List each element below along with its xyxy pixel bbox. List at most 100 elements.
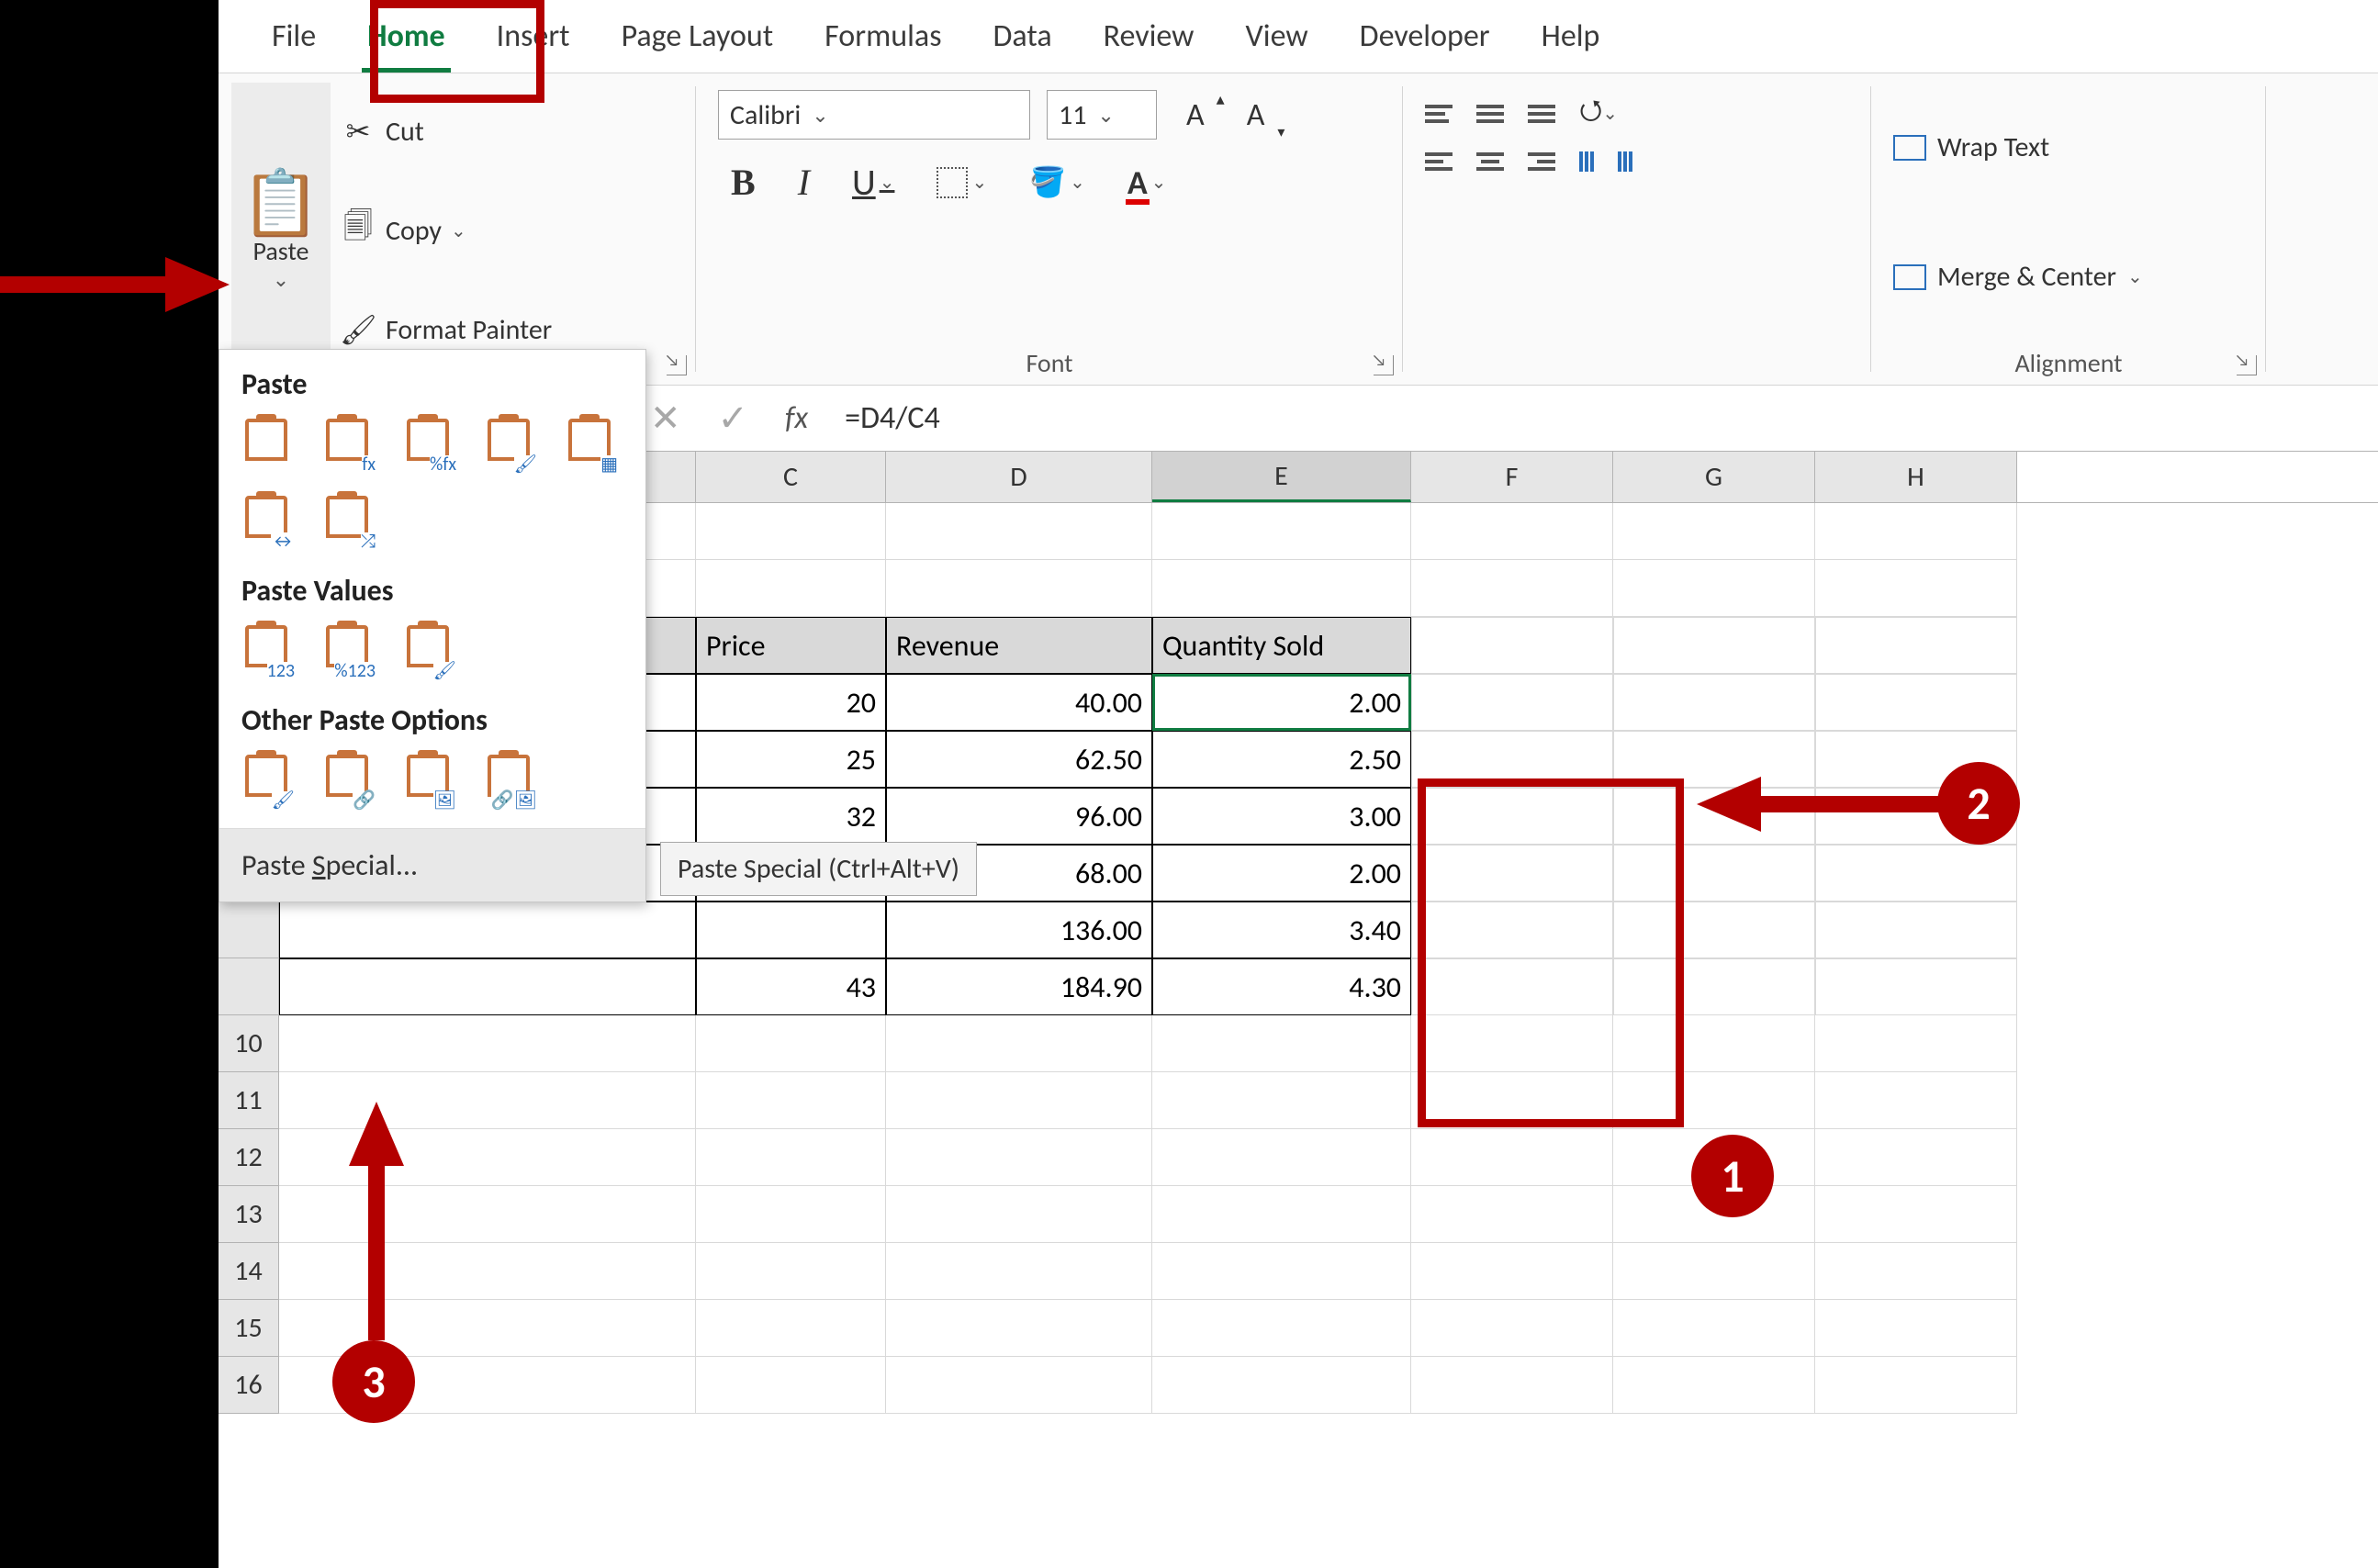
alignment-dialog-launcher[interactable]	[2237, 355, 2257, 375]
cell-revenue[interactable]: 136.00	[886, 902, 1152, 958]
cell[interactable]	[696, 1072, 886, 1129]
cell-qty[interactable]: 3.40	[1152, 902, 1411, 958]
cell-qty[interactable]: 2.00	[1152, 845, 1411, 902]
cell[interactable]	[1411, 617, 1613, 674]
fx-icon[interactable]: fx	[785, 399, 808, 437]
cell-revenue[interactable]: 62.50	[886, 731, 1152, 788]
cell[interactable]	[886, 503, 1152, 560]
font-size-combo[interactable]: 11 ⌄	[1047, 90, 1157, 140]
paste-option-values-formatting[interactable]: 🖌	[403, 625, 453, 677]
paste-option-no-borders[interactable]: ▦	[565, 419, 614, 470]
cell[interactable]	[886, 1015, 1152, 1072]
font-name-combo[interactable]: Calibri ⌄	[718, 90, 1030, 140]
tab-formulas[interactable]: Formulas	[799, 0, 967, 73]
column-revenue-header[interactable]: Revenue	[886, 617, 1152, 674]
cell-revenue[interactable]: 96.00	[886, 788, 1152, 845]
cell[interactable]	[1815, 845, 2017, 902]
cell[interactable]	[696, 1129, 886, 1186]
cell[interactable]	[886, 1243, 1152, 1300]
cell-qty[interactable]: 4.30	[1152, 958, 1411, 1015]
cell[interactable]	[1152, 560, 1411, 617]
cell[interactable]	[1411, 1186, 1613, 1243]
cell[interactable]	[1815, 1357, 2017, 1414]
enter-formula-button[interactable]: ✓	[718, 396, 749, 441]
cell[interactable]	[1411, 1300, 1613, 1357]
align-left-button[interactable]	[1425, 152, 1453, 171]
borders-button[interactable]: ⌄	[924, 162, 1000, 204]
tab-data[interactable]: Data	[968, 0, 1078, 73]
cell[interactable]	[279, 958, 696, 1015]
bold-button[interactable]: B	[718, 155, 768, 209]
underline-button[interactable]: U⌄	[839, 154, 907, 210]
paste-option-formulas[interactable]: fx	[322, 419, 372, 470]
cell[interactable]	[1152, 1129, 1411, 1186]
tab-review[interactable]: Review	[1078, 0, 1220, 73]
cell-qty-selected[interactable]: 2.00	[1152, 674, 1411, 731]
align-right-button[interactable]	[1528, 152, 1555, 171]
formula-input[interactable]: =D4/C4	[845, 399, 940, 437]
cell[interactable]	[1152, 1300, 1411, 1357]
increase-font-button[interactable]: A	[1173, 91, 1217, 140]
tab-page-layout[interactable]: Page Layout	[596, 0, 800, 73]
orientation-button[interactable]: ⭯⌄	[1579, 90, 1618, 137]
cell-qty[interactable]: 3.00	[1152, 788, 1411, 845]
row-header[interactable]: 11	[219, 1072, 279, 1129]
cell[interactable]	[1613, 503, 1815, 560]
cell[interactable]	[886, 1300, 1152, 1357]
paste-option-picture[interactable]: 🖼	[403, 755, 453, 806]
row-header[interactable]: 10	[219, 1015, 279, 1072]
cell[interactable]	[1815, 1300, 2017, 1357]
paste-option-paste[interactable]	[241, 419, 291, 470]
paste-option-link[interactable]: 🔗	[322, 755, 372, 806]
italic-button[interactable]: I	[785, 155, 823, 209]
align-center-button[interactable]	[1476, 152, 1504, 171]
align-top-button[interactable]	[1425, 105, 1453, 123]
chevron-down-icon[interactable]: ⌄	[451, 219, 466, 242]
cell[interactable]	[1411, 1243, 1613, 1300]
format-painter-button[interactable]: 🖌 Format Painter	[340, 312, 552, 348]
align-middle-button[interactable]	[1476, 105, 1504, 123]
cell-price[interactable]: 20	[696, 674, 886, 731]
cell[interactable]	[1815, 503, 2017, 560]
cell[interactable]	[1613, 1300, 1815, 1357]
clipboard-dialog-launcher[interactable]	[667, 355, 687, 375]
col-header-d[interactable]: D	[886, 452, 1152, 502]
tab-file[interactable]: File	[246, 0, 342, 73]
cell[interactable]	[1815, 617, 2017, 674]
cell-qty[interactable]: 2.50	[1152, 731, 1411, 788]
column-qty-header[interactable]: Quantity Sold	[1152, 617, 1411, 674]
cell[interactable]	[886, 1129, 1152, 1186]
cell[interactable]	[1411, 1357, 1613, 1414]
cell[interactable]	[886, 560, 1152, 617]
col-header-c[interactable]: C	[696, 452, 886, 502]
cell[interactable]	[1815, 1186, 2017, 1243]
paste-option-linked-picture[interactable]: 🔗🖼	[484, 755, 533, 806]
cell[interactable]	[1815, 560, 2017, 617]
cut-button[interactable]: ✂ Cut	[340, 114, 552, 150]
chevron-down-icon[interactable]: ⌄	[273, 267, 289, 292]
cancel-formula-button[interactable]: ✕	[650, 396, 681, 441]
cell[interactable]	[1613, 1243, 1815, 1300]
cell[interactable]	[886, 1357, 1152, 1414]
row-header[interactable]: 14	[219, 1243, 279, 1300]
cell[interactable]	[1815, 958, 2017, 1015]
cell[interactable]	[1613, 560, 1815, 617]
cell[interactable]	[1411, 503, 1613, 560]
row-header[interactable]: 15	[219, 1300, 279, 1357]
tab-view[interactable]: View	[1220, 0, 1334, 73]
paste-option-values-number[interactable]: %123	[322, 625, 372, 677]
cell-revenue[interactable]: 184.90	[886, 958, 1152, 1015]
paste-option-transpose[interactable]: ⤮	[322, 496, 372, 547]
cell[interactable]	[886, 1186, 1152, 1243]
cell[interactable]	[1613, 617, 1815, 674]
paste-option-keep-formatting[interactable]: 🖌	[484, 419, 533, 470]
cell[interactable]	[1411, 674, 1613, 731]
decrease-indent-button[interactable]	[1579, 151, 1594, 172]
font-color-button[interactable]: A⌄	[1115, 157, 1180, 208]
cell[interactable]	[1613, 674, 1815, 731]
col-header-h[interactable]: H	[1815, 452, 2017, 502]
row-header[interactable]: 16	[219, 1357, 279, 1414]
cell[interactable]	[696, 1015, 886, 1072]
cell[interactable]	[1815, 1129, 2017, 1186]
cell[interactable]	[1152, 1015, 1411, 1072]
